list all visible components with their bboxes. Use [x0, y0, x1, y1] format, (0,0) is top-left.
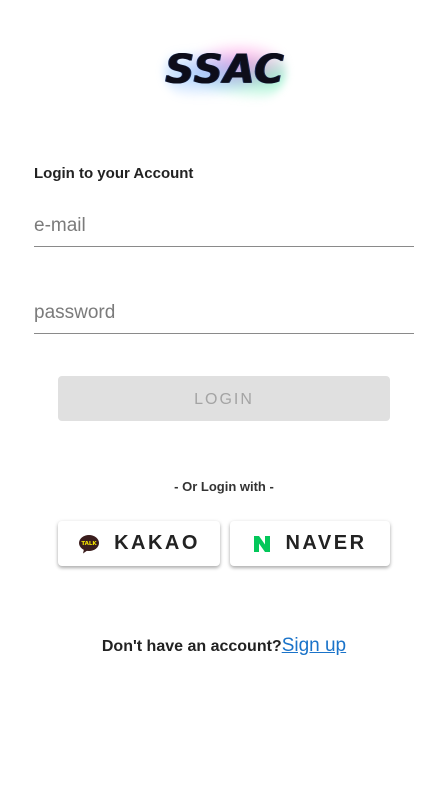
password-field[interactable]: [34, 293, 414, 333]
ssac-logo: SSAC: [158, 40, 292, 102]
signup-prompt: Don't have an account?: [101, 638, 282, 655]
email-field[interactable]: [34, 206, 414, 246]
kakao-label: KAKAO: [114, 532, 200, 554]
naver-label: NAVER: [285, 532, 367, 554]
password-field-container: [34, 293, 414, 334]
kakao-icon-text: TALK: [81, 541, 97, 547]
kakao-login-button[interactable]: TALK KAKAO: [58, 521, 220, 566]
naver-n-icon: [254, 535, 271, 552]
signup-link[interactable]: Sign up: [282, 635, 346, 656]
email-field-container: [34, 206, 414, 247]
or-login-with-divider: - Or Login with -: [174, 479, 274, 494]
page-title: Login to your Account: [34, 165, 194, 182]
signup-row: Don't have an account?Sign up: [0, 635, 448, 657]
kakao-talk-icon: TALK: [79, 534, 100, 553]
naver-login-button[interactable]: NAVER: [230, 521, 390, 566]
logo-text: SSAC: [165, 47, 285, 93]
login-button[interactable]: LOGIN: [58, 376, 390, 421]
